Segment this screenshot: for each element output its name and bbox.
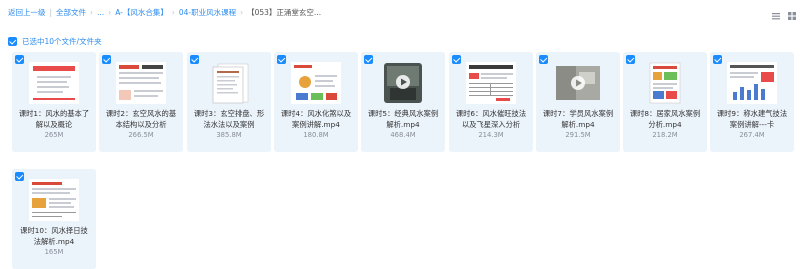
- file-thumbnail: [29, 179, 79, 221]
- file-size: 468.4M: [390, 131, 416, 139]
- breadcrumb-separator: ›: [108, 8, 112, 17]
- breadcrumb-ellipsis[interactable]: ...: [97, 8, 104, 17]
- file-name[interactable]: 课时10：风水择日技法解析.mp4: [18, 225, 90, 247]
- file-checkbox[interactable]: [364, 55, 373, 64]
- file-thumbnail: [116, 62, 166, 104]
- file-size: 218.2M: [652, 131, 678, 139]
- file-card[interactable]: 课时1：风水的基本了解以及概论 265M: [12, 52, 96, 152]
- file-size: 291.5M: [565, 131, 591, 139]
- file-thumbnail: [466, 62, 516, 104]
- breadcrumb-separator: ›: [90, 8, 94, 17]
- breadcrumb-back-link[interactable]: 返回上一级: [8, 8, 46, 17]
- breadcrumb-career-course[interactable]: 04-职业风水课程: [179, 8, 236, 17]
- breadcrumb: 返回上一级 | 全部文件 ›... › A-【风水合集】 › 04-职业风水课程 › 【053】正…: [8, 7, 321, 19]
- file-name[interactable]: 课时8：居家风水案例分析.mp4: [629, 108, 701, 130]
- selection-bar: 已选中10个文件/文件夹: [8, 31, 102, 46]
- file-checkbox[interactable]: [15, 55, 24, 64]
- file-size: 180.8M: [303, 131, 329, 139]
- file-thumbnail: [553, 62, 603, 104]
- file-checkbox[interactable]: [539, 55, 548, 64]
- file-card[interactable]: 课时5：经典风水案例解析.mp4 468.4M: [361, 52, 445, 152]
- file-checkbox[interactable]: [713, 55, 722, 64]
- file-size: 267.4M: [739, 131, 765, 139]
- file-size: 265M: [44, 131, 64, 139]
- file-card[interactable]: 课时8：居家风水案例分析.mp4 218.2M: [623, 52, 707, 152]
- file-card[interactable]: 课时10：风水择日技法解析.mp4 165M: [12, 169, 96, 269]
- file-name[interactable]: 课时9：称水建气技法案例讲解---卡: [716, 108, 788, 130]
- file-card[interactable]: 课时7：学员风水案例解析.mp4 291.5M: [536, 52, 620, 152]
- file-thumbnail: [640, 62, 690, 104]
- file-checkbox[interactable]: [277, 55, 286, 64]
- file-checkbox[interactable]: [452, 55, 461, 64]
- file-thumbnail: [378, 62, 428, 104]
- breadcrumb-fengshui-collection[interactable]: A-【风水合集】: [115, 8, 168, 17]
- file-checkbox[interactable]: [102, 55, 111, 64]
- list-view-icon[interactable]: [770, 7, 782, 20]
- top-bar: 返回上一级 | 全部文件 ›... › A-【风水合集】 › 04-职业风水课程 › 【053】正…: [0, 0, 800, 26]
- file-size: 165M: [44, 248, 64, 256]
- file-size: 214.3M: [478, 131, 504, 139]
- breadcrumb-separator: |: [49, 8, 53, 17]
- file-thumbnail: [29, 62, 79, 104]
- breadcrumb-current-folder: 【053】正涌堂玄空...: [247, 8, 322, 17]
- file-thumbnail: [204, 62, 254, 104]
- file-name[interactable]: 课时6：风水催旺技法以及飞星深入分析: [455, 108, 527, 130]
- file-checkbox[interactable]: [190, 55, 199, 64]
- file-card[interactable]: 课时9：称水建气技法案例讲解---卡 267.4M: [710, 52, 794, 152]
- file-card[interactable]: 课时4：风水化煞以及案例讲解.mp4 180.8M: [274, 52, 358, 152]
- breadcrumb-separator: ›: [171, 8, 175, 17]
- file-name[interactable]: 课时5：经典风水案例解析.mp4: [367, 108, 439, 130]
- file-thumbnail: [291, 62, 341, 104]
- file-name[interactable]: 课时4：风水化煞以及案例讲解.mp4: [280, 108, 352, 130]
- selection-count-label: 已选中10个文件/文件夹: [22, 37, 102, 46]
- file-name[interactable]: 课时3：玄空排盘、形法水法以及案例: [193, 108, 265, 130]
- file-checkbox[interactable]: [626, 55, 635, 64]
- file-size: 385.8M: [216, 131, 242, 139]
- breadcrumb-separator: ›: [240, 8, 244, 17]
- file-thumbnail: [727, 62, 777, 104]
- file-size: 266.5M: [128, 131, 154, 139]
- file-card[interactable]: 课时3：玄空排盘、形法水法以及案例 385.8M: [187, 52, 271, 152]
- file-name[interactable]: 课时1：风水的基本了解以及概论: [18, 108, 90, 130]
- grid-view-icon[interactable]: [786, 7, 798, 20]
- file-checkbox[interactable]: [15, 172, 24, 181]
- file-card[interactable]: 课时6：风水催旺技法以及飞星深入分析 214.3M: [449, 52, 533, 152]
- file-card[interactable]: 课时2：玄空风水的基本结构以及分析 266.5M: [99, 52, 183, 152]
- file-name[interactable]: 课时2：玄空风水的基本结构以及分析: [105, 108, 177, 130]
- file-name[interactable]: 课时7：学员风水案例解析.mp4: [542, 108, 614, 130]
- select-all-checkbox[interactable]: [8, 37, 17, 46]
- breadcrumb-all-files[interactable]: 全部文件: [56, 8, 86, 17]
